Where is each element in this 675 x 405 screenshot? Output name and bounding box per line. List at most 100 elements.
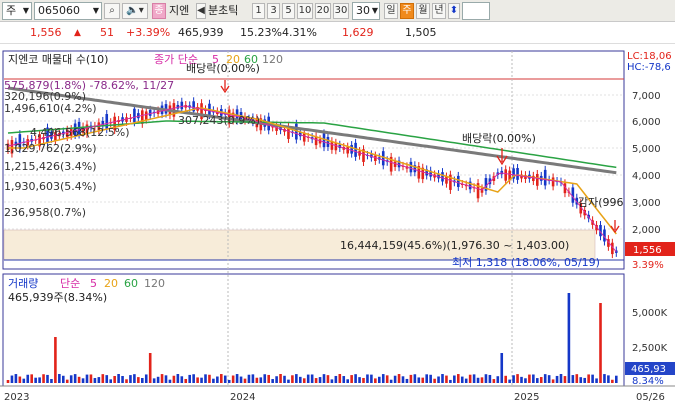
candle-body [346, 146, 349, 154]
right-lc-label: LC:18,06 [627, 51, 672, 62]
candle-body [504, 169, 507, 181]
volume-bar [283, 375, 286, 383]
volume-y-tick-2500k: 2,500K [632, 343, 668, 354]
volume-bar [393, 375, 397, 383]
volume-bar [409, 374, 413, 383]
volume-bar [425, 374, 428, 383]
chevron-down-icon: ▼ [92, 6, 99, 15]
candle-body [441, 172, 444, 182]
prev-arrow-button[interactable]: ◀ [196, 3, 206, 19]
volume-bar [93, 378, 97, 383]
high-price: 1,629 [342, 26, 374, 39]
price-y-axis: 7,000 6,000 5,000 4,000 3,000 2,000 [632, 91, 661, 236]
volume-bar [385, 375, 389, 383]
candle-body [445, 176, 448, 184]
volume-bar [14, 374, 18, 383]
volume-bar [200, 377, 203, 383]
volume-bar [520, 376, 523, 383]
candle-body [148, 109, 152, 116]
volume-bar [295, 374, 298, 383]
x-label-current-date: 05/26 [636, 392, 665, 403]
volume-bar [536, 378, 539, 383]
y-tick-label: 2,000 [632, 225, 661, 236]
volume-bar [50, 379, 53, 383]
volume-bar [113, 375, 116, 383]
volume-bar [472, 374, 476, 383]
volume-bar [306, 374, 310, 383]
volume-bar [543, 374, 547, 383]
volume-bar [318, 377, 322, 383]
y-tick-label: 6,000 [632, 117, 661, 128]
volume-bar [457, 374, 460, 383]
year-button[interactable]: 년 [432, 3, 446, 19]
volume-bar [599, 303, 602, 383]
type-select-value: 주 [6, 4, 17, 17]
volume-bar [192, 374, 195, 383]
volume-bar [437, 376, 440, 383]
scroll-button[interactable]: ⬍ [448, 3, 460, 19]
volume-bar [551, 379, 555, 383]
month-button[interactable]: 월 [416, 3, 430, 19]
volume-bar [310, 374, 314, 383]
volume-bar [46, 374, 49, 383]
count-input[interactable] [462, 2, 490, 20]
period-select[interactable]: 30 ▼ [352, 2, 380, 20]
volume-bar [603, 374, 606, 383]
period-1[interactable]: 1 [252, 3, 265, 19]
code-input[interactable]: 065060 ▼ [34, 2, 102, 20]
volume-bar [81, 378, 85, 383]
volume-bar [160, 374, 164, 383]
volume-bar [480, 377, 484, 383]
volume-bar [152, 378, 156, 383]
price-change-pct: +3.39% [126, 26, 171, 39]
volume-bar [172, 375, 176, 383]
type-select[interactable]: 주 ▼ [2, 2, 32, 20]
volume-bar [358, 377, 361, 383]
search-button[interactable]: ⌕ [104, 3, 120, 19]
right-hc-label: HC:-78,6 [627, 62, 671, 73]
volume-bar [121, 376, 124, 383]
badge-j[interactable]: 종 [152, 3, 166, 19]
period-30[interactable]: 30 [333, 3, 349, 19]
volume-bar [231, 375, 235, 383]
volume-bar [141, 378, 144, 383]
volume-bar [69, 375, 73, 383]
volume-bar [42, 374, 45, 383]
day-button[interactable]: 일 [384, 3, 398, 19]
volume-bar [587, 374, 590, 383]
speaker-icon: 🔈▾ [126, 5, 144, 16]
code-value: 065060 [38, 4, 80, 17]
volume-profile-label: 236,958(0.7%) [4, 206, 86, 219]
volume-bar [401, 376, 405, 383]
volume-bar [374, 378, 377, 383]
dividend-annotation-1: 배당락(0.00%) [186, 62, 260, 75]
current-price-tag: 1,556 [633, 245, 662, 256]
volume-bar [208, 374, 211, 383]
volume-profile-label: 1,029,762(2.9%) [4, 142, 97, 155]
volume-value: 465,939 [178, 26, 224, 39]
period-5[interactable]: 5 [282, 3, 295, 19]
tick-label[interactable]: 분초틱 [208, 3, 238, 19]
left-arrow-icon: ◀ [197, 5, 205, 16]
volume-bar [433, 378, 436, 383]
candle-body [457, 175, 460, 187]
volume-ma-5: 5 [90, 277, 97, 290]
volume-bar [34, 377, 37, 383]
period-3[interactable]: 3 [267, 3, 280, 19]
volume-bar [512, 375, 515, 383]
ratio-1: 15.23% [240, 26, 282, 39]
speaker-button[interactable]: 🔈▾ [122, 3, 148, 19]
volume-bar [176, 374, 180, 383]
volume-bar [476, 377, 480, 383]
current-pct-tag: 3.39% [632, 260, 664, 271]
week-button[interactable]: 주 [400, 3, 414, 19]
volume-bar [591, 374, 594, 383]
volume-bar [97, 377, 101, 383]
period-20[interactable]: 20 [315, 3, 331, 19]
volume-bar [441, 374, 444, 383]
quote-strip: 1,556 ▲ 51 +3.39% 465,939 15.23% 4.31% 1… [0, 22, 675, 44]
period-10[interactable]: 10 [297, 3, 313, 19]
chart-area[interactable]: 지엔코 매물대 수(10) 종가 단순 5 20 60 120 배당락(0.00… [0, 48, 675, 405]
volume-bar [216, 376, 219, 383]
volume-bar [362, 377, 365, 383]
